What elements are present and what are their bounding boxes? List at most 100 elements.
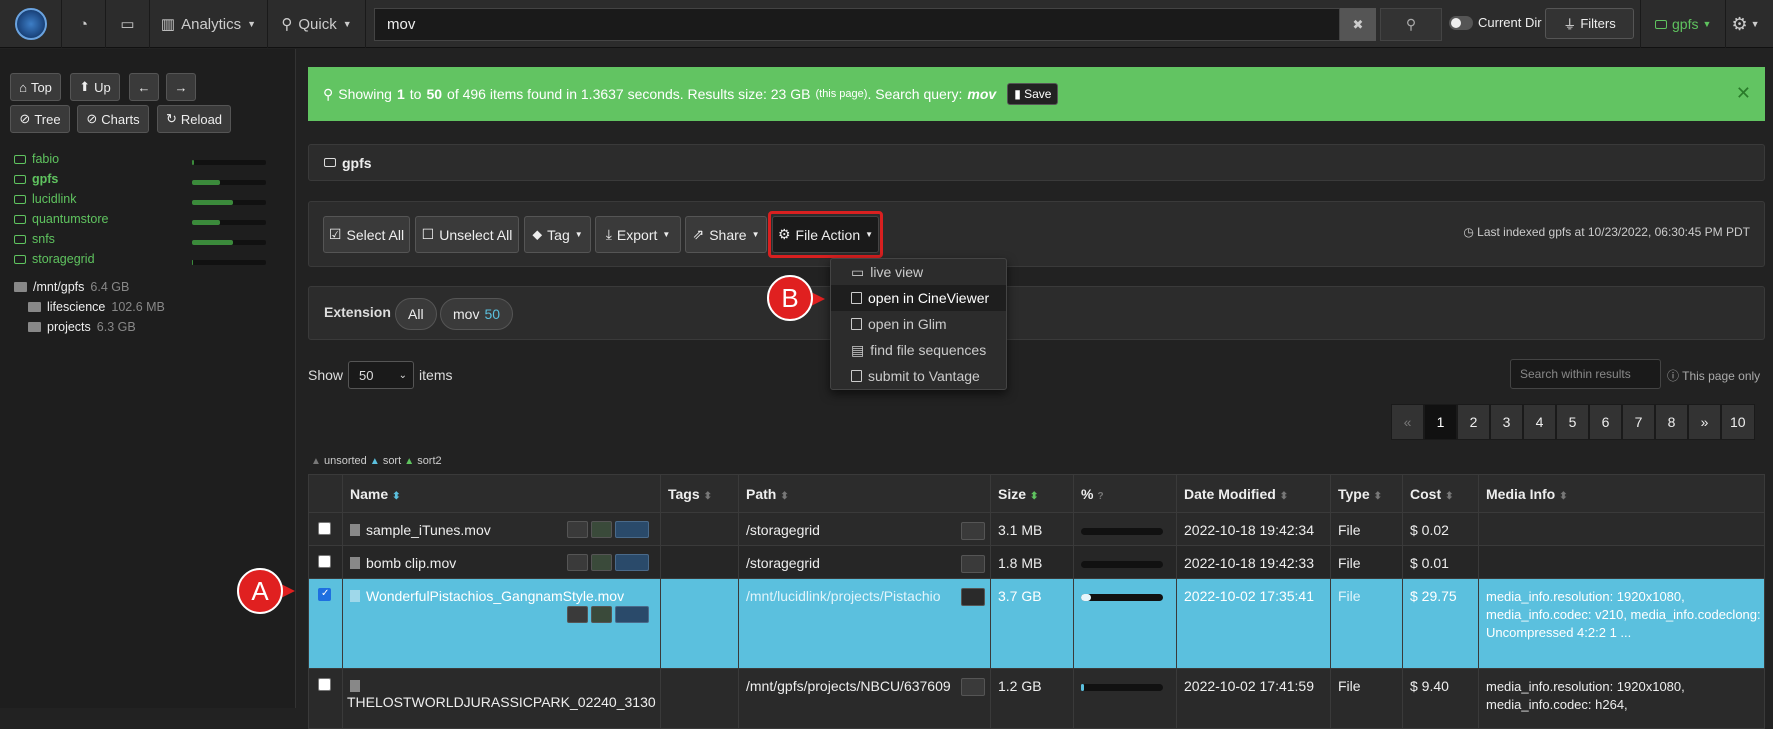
page-size-select[interactable]: 50 ⌄ [348, 361, 415, 389]
page-7[interactable]: 7 [1622, 404, 1655, 440]
search-input[interactable]: mov [374, 8, 1340, 41]
gear-icon[interactable] [615, 521, 649, 538]
storage-item-quantumstore[interactable]: quantumstore [14, 212, 108, 226]
gear-icon[interactable] [615, 606, 649, 623]
annotation-marker-a-pointer [281, 584, 295, 598]
row-checkbox[interactable] [318, 678, 331, 691]
file-path[interactable]: /mnt/lucidlink/projects/Pistachio [746, 588, 941, 604]
comment-icon[interactable] [591, 521, 612, 538]
tree-toggle-button[interactable]: ⊘ Tree [10, 105, 70, 133]
file-name[interactable]: bomb clip.mov [366, 555, 456, 571]
search-within-input[interactable]: Search within results [1510, 359, 1661, 389]
extension-mov-pill[interactable]: mov 50 [440, 298, 514, 330]
table-row[interactable]: THELOSTWORLDJURASSICPARK_02240_3130 /mnt… [308, 668, 1765, 729]
page-10[interactable]: 10 [1721, 404, 1755, 440]
comment-icon[interactable] [591, 554, 612, 571]
download-icon: ⤓ [605, 226, 612, 242]
back-button[interactable]: ← [129, 73, 159, 101]
close-icon[interactable]: ✕ [1736, 83, 1751, 104]
gear-icon[interactable] [615, 554, 649, 571]
storage-item-fabio[interactable]: fabio [14, 152, 59, 166]
storage-item-snfs[interactable]: snfs [14, 232, 55, 246]
tag-button[interactable]: ⬥ Tag ▼ [524, 216, 591, 253]
page-5[interactable]: 5 [1556, 404, 1589, 440]
dir-item-mnt-gpfs[interactable]: /mnt/gpfs 6.4 GB [14, 280, 129, 294]
col-percent[interactable]: %? [1073, 474, 1177, 513]
charts-toggle-button[interactable]: ⊘ Charts [77, 105, 149, 133]
storage-item-gpfs[interactable]: gpfs [14, 172, 58, 186]
menu-item-submit-to-vantage[interactable]: submit to Vantage [831, 363, 1006, 389]
col-tags[interactable]: Tags ⬍ [660, 474, 739, 513]
reload-button[interactable]: ↻ Reload [157, 105, 231, 133]
folder-icon [14, 282, 27, 292]
up-button[interactable]: ⬆ Up [70, 73, 120, 101]
file-path[interactable]: /mnt/gpfs/projects/NBCU/637609 [746, 678, 951, 694]
copy-icon[interactable] [567, 554, 588, 571]
share-button[interactable]: ⇗ Share ▼ [685, 216, 767, 253]
menu-item-live-view[interactable]: ▭ live view [831, 259, 1006, 285]
page-1[interactable]: 1 [1424, 404, 1457, 440]
hdd-icon [14, 174, 26, 184]
page-prev[interactable]: « [1391, 404, 1424, 440]
path-menu-button[interactable] [961, 555, 985, 573]
col-date-modified[interactable]: Date Modified ⬍ [1176, 474, 1331, 513]
row-checkbox[interactable] [318, 522, 331, 535]
analytics-menu[interactable]: ▥ Analytics ▼ [150, 0, 268, 48]
page-4[interactable]: 4 [1523, 404, 1556, 440]
col-path[interactable]: Path ⬍ [738, 474, 991, 513]
storage-item-lucidlink[interactable]: lucidlink [14, 192, 76, 206]
export-button[interactable]: ⤓ Export ▼ [595, 216, 681, 253]
comment-icon[interactable] [591, 606, 612, 623]
extension-all-pill[interactable]: All [395, 298, 437, 330]
col-cost[interactable]: Cost ⬍ [1402, 474, 1479, 513]
settings-menu[interactable]: ⚙ ▼ [1718, 0, 1773, 48]
caret-down-icon: ▼ [247, 19, 257, 29]
folder-button[interactable]: ▭ [106, 0, 150, 48]
copy-icon[interactable] [567, 606, 588, 623]
dir-item-lifescience[interactable]: lifescience 102.6 MB [28, 300, 165, 314]
page-8[interactable]: 8 [1655, 404, 1688, 440]
path-menu-button[interactable] [961, 678, 985, 696]
row-checkbox[interactable] [318, 588, 331, 601]
storage-item-storagegrid[interactable]: storagegrid [14, 252, 95, 266]
search-button[interactable]: ⚲ [1380, 8, 1442, 41]
col-size[interactable]: Size ⬍ [990, 474, 1074, 513]
table-row[interactable]: sample_iTunes.mov /storagegrid 3.1 MB 20… [308, 512, 1765, 546]
clear-search-button[interactable]: ✖ [1340, 8, 1376, 41]
menu-item-open-in-glim[interactable]: open in Glim [831, 311, 1006, 337]
page-3[interactable]: 3 [1490, 404, 1523, 440]
page-6[interactable]: 6 [1589, 404, 1622, 440]
row-checkbox[interactable] [318, 555, 331, 568]
path-menu-button[interactable] [961, 522, 985, 540]
storage-menu[interactable]: gpfs ▼ [1640, 0, 1727, 48]
col-media-info[interactable]: Media Info ⬍ [1478, 474, 1765, 513]
current-dir-toggle[interactable] [1449, 16, 1473, 30]
unselect-all-button[interactable]: ☐ Unselect All [415, 216, 519, 253]
page-next[interactable]: » [1688, 404, 1721, 440]
chart-icon: ▥ [160, 16, 176, 33]
top-button[interactable]: ⌂ Top [10, 73, 61, 101]
app-logo[interactable] [0, 0, 62, 48]
menu-item-find-file-sequences[interactable]: ▤ find file sequences [831, 337, 1006, 363]
col-type[interactable]: Type ⬍ [1330, 474, 1403, 513]
col-name[interactable]: Name ⬍ [342, 474, 661, 513]
dashboard-button[interactable]: ◔ [62, 0, 106, 48]
path-menu-button[interactable] [961, 588, 985, 606]
table-row-selected[interactable]: WonderfulPistachios_GangnamStyle.mov /mn… [308, 578, 1765, 669]
file-path[interactable]: /storagegrid [746, 522, 820, 538]
quick-menu[interactable]: ⚲ Quick ▼ [268, 0, 366, 48]
copy-icon[interactable] [567, 521, 588, 538]
sort-secondary-icon: ▲ [404, 456, 415, 467]
forward-button[interactable]: → [166, 73, 196, 101]
save-search-button[interactable]: ▮ Save [1007, 83, 1059, 105]
file-name[interactable]: sample_iTunes.mov [366, 522, 491, 538]
menu-item-open-in-cineviewer[interactable]: open in CineViewer [831, 285, 1006, 311]
table-row[interactable]: bomb clip.mov /storagegrid 1.8 MB 2022-1… [308, 545, 1765, 579]
filters-button[interactable]: ⏚ Filters [1545, 8, 1634, 39]
dir-item-projects[interactable]: projects 6.3 GB [28, 320, 136, 334]
file-path[interactable]: /storagegrid [746, 555, 820, 571]
file-type: File [1330, 545, 1403, 579]
file-name[interactable]: WonderfulPistachios_GangnamStyle.mov [366, 588, 624, 604]
select-all-button[interactable]: ☑ Select All [323, 216, 410, 253]
page-2[interactable]: 2 [1457, 404, 1490, 440]
